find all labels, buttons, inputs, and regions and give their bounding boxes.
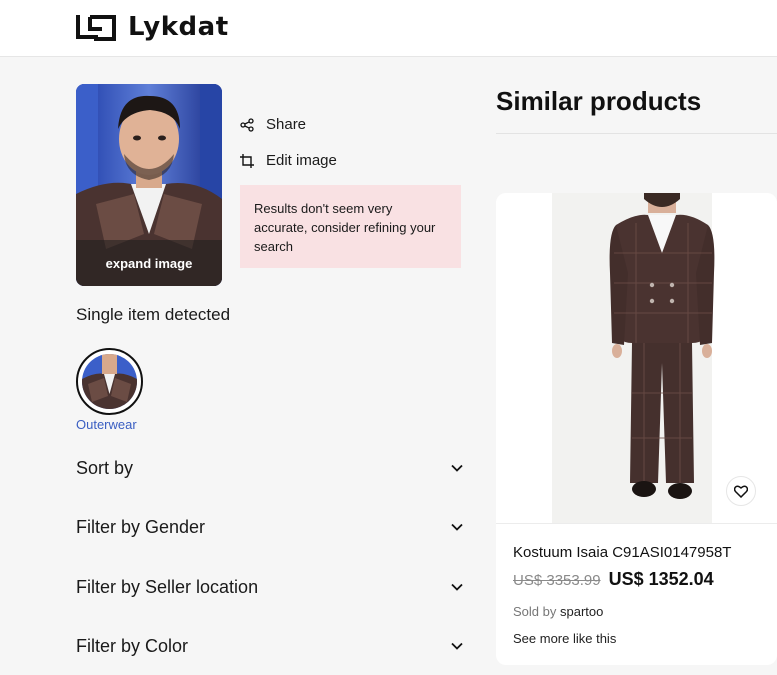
brand-name: Lykdat xyxy=(128,12,229,42)
detected-item-outerwear[interactable] xyxy=(76,348,143,415)
edit-image-button[interactable]: Edit image xyxy=(240,152,337,169)
filter-color-label: Filter by Color xyxy=(76,635,189,656)
sort-by-label: Sort by xyxy=(76,457,134,478)
share-label: Share xyxy=(266,116,307,133)
product-image[interactable] xyxy=(496,193,777,523)
product-card[interactable]: Kostuum Isaia C91ASI0147958T US$ 3353.99… xyxy=(496,193,777,665)
seller-name: spartoo xyxy=(560,604,604,619)
brand-logo[interactable]: Lykdat xyxy=(76,12,229,42)
outerwear-thumbnail xyxy=(82,354,137,409)
sold-by-label: Sold by xyxy=(513,604,557,619)
sort-by-dropdown[interactable]: Sort by xyxy=(76,453,464,483)
expand-image-label: expand image xyxy=(105,255,193,271)
product-name[interactable]: Kostuum Isaia C91ASI0147958T xyxy=(513,544,731,561)
detected-item-label[interactable]: Outerwear xyxy=(76,417,137,432)
filter-seller-location-label: Filter by Seller location xyxy=(76,576,259,597)
section-divider xyxy=(496,133,777,134)
filter-color-dropdown[interactable]: Filter by Color xyxy=(76,631,464,661)
lykdat-logo-icon xyxy=(76,15,116,41)
chevron-down-icon xyxy=(451,583,463,591)
filter-seller-location-dropdown[interactable]: Filter by Seller location xyxy=(76,572,464,602)
filter-gender-label: Filter by Gender xyxy=(76,516,206,537)
heart-icon xyxy=(734,485,748,498)
similar-products-title: Similar products xyxy=(496,86,702,116)
see-more-like-this-link[interactable]: See more like this xyxy=(513,631,616,646)
crop-icon xyxy=(240,153,254,168)
share-button[interactable]: Share xyxy=(240,116,306,133)
product-photo xyxy=(552,193,715,523)
accuracy-warning: Results don't seem very accurate, consid… xyxy=(240,185,461,268)
top-bar: Lykdat xyxy=(0,0,777,57)
share-icon xyxy=(240,117,254,132)
chevron-down-icon xyxy=(451,642,463,650)
original-price: US$ 3353.99 xyxy=(513,572,601,589)
accuracy-warning-text: Results don't seem very accurate, consid… xyxy=(254,201,436,254)
card-divider xyxy=(496,523,777,524)
expand-image-overlay[interactable]: expand image xyxy=(76,240,222,286)
sale-price: US$ 1352.04 xyxy=(608,569,714,589)
chevron-down-icon xyxy=(451,464,463,472)
product-price: US$ 3353.99 US$ 1352.04 xyxy=(513,569,714,590)
detection-summary: Single item detected xyxy=(76,305,231,324)
filter-gender-dropdown[interactable]: Filter by Gender xyxy=(76,512,464,542)
favorite-button[interactable] xyxy=(726,476,756,506)
seller-info: Sold by spartoo xyxy=(513,604,603,619)
query-image[interactable]: expand image xyxy=(76,84,222,286)
chevron-down-icon xyxy=(451,523,463,531)
edit-image-label: Edit image xyxy=(266,152,337,169)
